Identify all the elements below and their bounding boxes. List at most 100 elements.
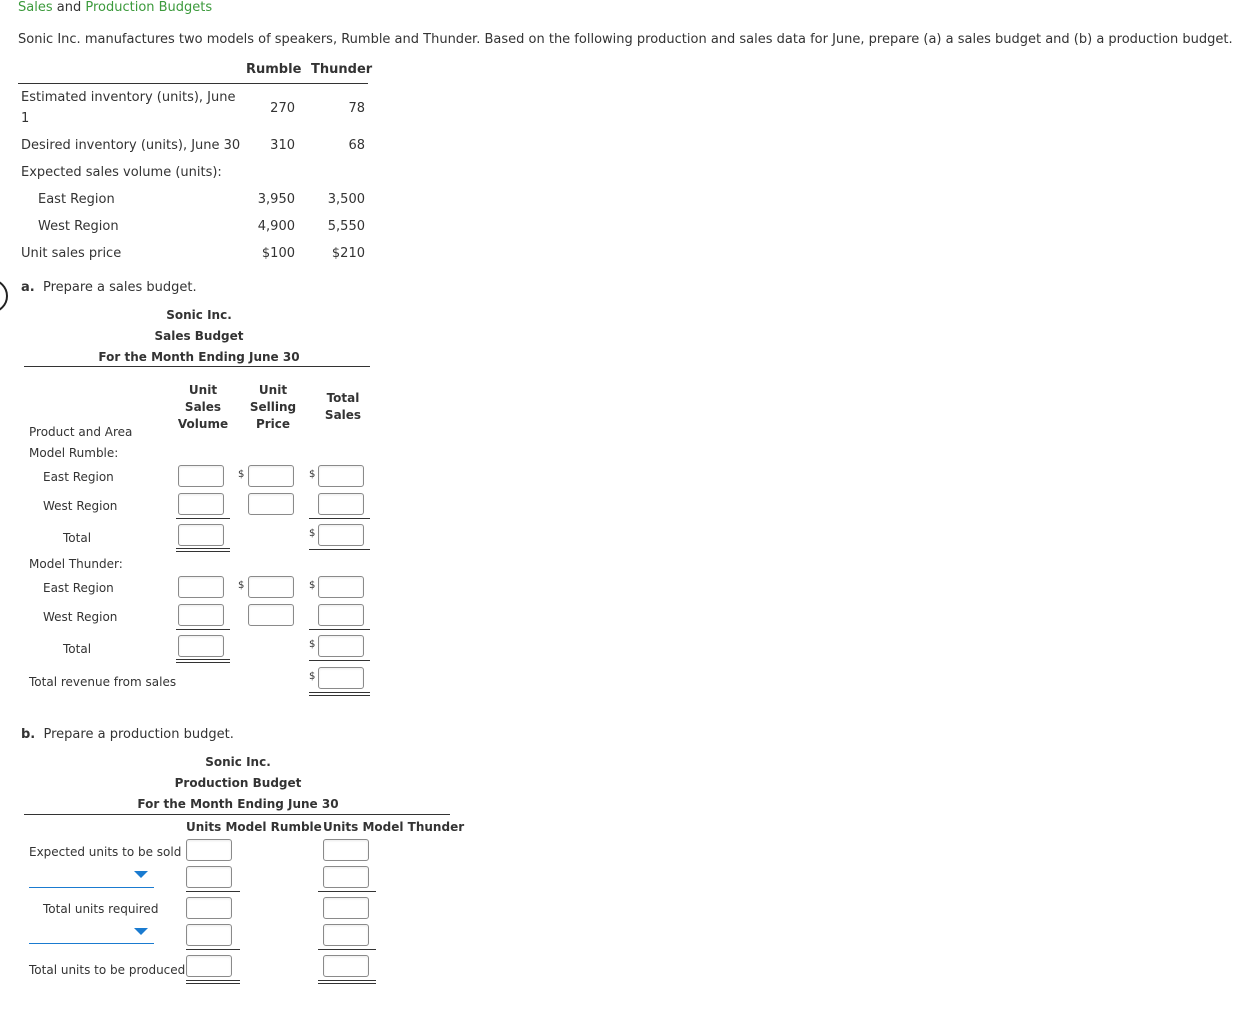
thunder-total-sales-input[interactable] (318, 635, 364, 657)
row-estimated-inventory-label: Estimated inventory (units), June (21, 90, 236, 105)
rumble-total-volume-input[interactable] (178, 524, 224, 546)
subtotal-rule (176, 629, 230, 630)
col-unit-sales-volume: Unit Sales Volume (177, 383, 229, 431)
total-double-rule (309, 692, 370, 696)
add-line-dropdown-2[interactable] (29, 918, 154, 944)
sales-budget-company: Sonic Inc. (166, 308, 232, 322)
row-unit-sales-price-label: Unit sales price (21, 246, 122, 261)
total-required-rumble-input[interactable] (186, 897, 232, 919)
subtotal-rule (186, 949, 240, 950)
rumble-west-total-input[interactable] (318, 493, 364, 515)
part-b-prompt: b. Prepare a production budget. (21, 727, 234, 742)
total-produced-rumble-input[interactable] (186, 955, 232, 977)
dropdown-2-rumble-input[interactable] (186, 924, 232, 946)
rumble-total-sales-input[interactable] (318, 524, 364, 546)
subtotal-rule (318, 891, 376, 892)
total-double-rule (186, 980, 240, 984)
thunder-west-total-input[interactable] (318, 604, 364, 626)
dollar-sign: $ (309, 639, 316, 650)
thunder-west-label: West Region (43, 610, 118, 624)
model-rumble-label: Model Rumble: (29, 446, 119, 460)
expected-units-label: Expected units to be sold (29, 845, 182, 859)
thunder-east-price-input[interactable] (248, 576, 294, 598)
estimated-inventory-thunder: 78 (348, 101, 365, 116)
dropdown-underline (29, 943, 154, 944)
col-units-model-rumble: Units Model Rumble (186, 820, 322, 834)
row-west-region-label: West Region (38, 219, 119, 234)
east-region-thunder: 3,500 (327, 192, 365, 207)
row-estimated-inventory-label-cont: 1 (21, 111, 30, 126)
production-header-rule (24, 814, 450, 815)
sales-budget-header-rule (24, 366, 370, 369)
col-header-rumble: Rumble (246, 62, 302, 77)
subtotal-rule (176, 518, 230, 519)
subtotal-rule (309, 629, 370, 630)
expected-units-rumble-input[interactable] (186, 839, 232, 861)
thunder-east-total-input[interactable] (318, 576, 364, 598)
rumble-west-price-input[interactable] (248, 493, 294, 515)
dropdown-1-thunder-input[interactable] (323, 866, 369, 888)
rumble-west-volume-input[interactable] (178, 493, 224, 515)
thunder-east-volume-input[interactable] (178, 576, 224, 598)
table-header-rule (18, 83, 368, 84)
col-total-sales: Total Sales (324, 391, 362, 422)
rumble-total-label: Total (63, 531, 92, 545)
problem-intro: Sonic Inc. manufactures two models of sp… (18, 32, 1233, 47)
thunder-total-label: Total (63, 642, 92, 656)
subtotal-rule (186, 891, 240, 892)
product-and-area-label: Product and Area (29, 425, 133, 439)
chevron-down-icon (134, 928, 148, 935)
estimated-inventory-rumble: 270 (270, 101, 295, 116)
total-revenue-input[interactable] (318, 667, 364, 689)
total-units-produced-label: Total units to be produced (29, 963, 186, 977)
total-double-rule (176, 548, 230, 552)
row-expected-sales-label: Expected sales volume (units): (21, 165, 222, 180)
row-east-region-label: East Region (38, 192, 115, 207)
col-header-thunder: Thunder (311, 62, 373, 77)
total-required-thunder-input[interactable] (323, 897, 369, 919)
breadcrumb-separator: and (52, 0, 86, 15)
rumble-east-label: East Region (43, 470, 114, 484)
unit-price-thunder: $210 (331, 246, 365, 261)
thunder-east-label: East Region (43, 581, 114, 595)
thunder-west-price-input[interactable] (248, 604, 294, 626)
total-rule (309, 549, 370, 550)
sales-budget-period: For the Month Ending June 30 (98, 350, 300, 364)
col-units-model-thunder: Units Model Thunder (323, 820, 465, 834)
dollar-sign: $ (238, 580, 245, 591)
add-line-dropdown-1[interactable] (29, 862, 154, 888)
thunder-total-volume-input[interactable] (178, 635, 224, 657)
rumble-west-label: West Region (43, 499, 118, 513)
dropdown-2-thunder-input[interactable] (323, 924, 369, 946)
chevron-down-icon (134, 871, 148, 878)
west-region-rumble: 4,900 (257, 219, 295, 234)
breadcrumb-link-production-budgets[interactable]: Production Budgets (85, 0, 212, 15)
rumble-east-volume-input[interactable] (178, 465, 224, 487)
total-rule (309, 660, 370, 661)
rumble-east-price-input[interactable] (248, 465, 294, 487)
subtotal-rule (309, 518, 370, 519)
dollar-sign: $ (309, 671, 316, 682)
unit-price-rumble: $100 (261, 246, 295, 261)
desired-inventory-rumble: 310 (270, 138, 295, 153)
rumble-east-total-input[interactable] (318, 465, 364, 487)
col-unit-selling-price: Unit Selling Price (249, 383, 297, 431)
model-thunder-label: Model Thunder: (29, 557, 123, 571)
east-region-rumble: 3,950 (257, 192, 295, 207)
sales-budget-title: Sales Budget (154, 329, 244, 343)
production-budget-period: For the Month Ending June 30 (137, 797, 339, 811)
breadcrumb-link-sales[interactable]: Sales (18, 0, 53, 15)
dropdown-1-rumble-input[interactable] (186, 866, 232, 888)
dollar-sign: $ (309, 580, 316, 591)
expected-units-thunder-input[interactable] (323, 839, 369, 861)
dollar-sign: $ (238, 469, 245, 480)
dropdown-underline (29, 887, 154, 888)
dollar-sign: $ (309, 469, 316, 480)
subtotal-rule (318, 949, 376, 950)
thunder-west-volume-input[interactable] (178, 604, 224, 626)
total-double-rule (176, 659, 230, 663)
total-units-required-label: Total units required (43, 902, 159, 916)
part-a-prompt: a. Prepare a sales budget. (21, 280, 197, 295)
total-produced-thunder-input[interactable] (323, 955, 369, 977)
row-desired-inventory-label: Desired inventory (units), June 30 (21, 138, 241, 153)
